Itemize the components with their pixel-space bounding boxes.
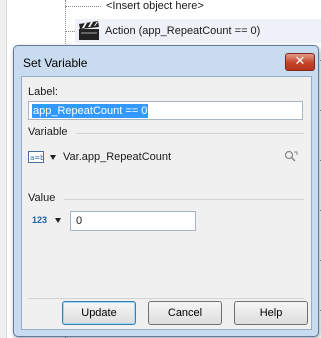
variable-type-dropdown-arrow[interactable] bbox=[50, 155, 56, 160]
left-panel-edge bbox=[0, 0, 7, 338]
value-divider bbox=[64, 199, 304, 200]
help-button[interactable]: Help bbox=[234, 301, 308, 325]
variable-divider bbox=[76, 133, 304, 134]
dialog-titlebar[interactable]: Set Variable ✕ bbox=[14, 46, 318, 76]
variable-type-icon: a=b bbox=[28, 151, 44, 163]
variable-search-icon[interactable] bbox=[283, 149, 299, 165]
close-button[interactable]: ✕ bbox=[285, 53, 315, 71]
value-input[interactable]: 0 bbox=[70, 211, 196, 231]
value-input-text: 0 bbox=[76, 215, 83, 227]
value-section-heading: Value bbox=[28, 192, 56, 204]
update-button[interactable]: Update bbox=[62, 301, 136, 325]
label-caption: Label: bbox=[28, 86, 58, 98]
tree-connector bbox=[65, 6, 101, 7]
value-type-dropdown-arrow[interactable] bbox=[55, 218, 61, 223]
tree-item-action-label: Action (app_RepeatCount == 0) bbox=[105, 25, 261, 37]
value-type-icon: 123 bbox=[32, 215, 48, 225]
close-icon: ✕ bbox=[294, 54, 306, 69]
clapperboard-icon bbox=[79, 21, 99, 40]
svg-text:a=b: a=b bbox=[30, 154, 44, 162]
cancel-button[interactable]: Cancel bbox=[148, 301, 222, 325]
insert-object-placeholder[interactable]: <Insert object here> bbox=[106, 0, 204, 12]
variable-value[interactable]: Var.app_RepeatCount bbox=[63, 151, 171, 163]
label-input-value: app_RepeatCount == 0 bbox=[32, 104, 149, 118]
variable-section-heading: Variable bbox=[28, 126, 68, 138]
dialog-content: Label: app_RepeatCount == 0 Variable a=b… bbox=[21, 76, 312, 330]
dialog-title: Set Variable bbox=[23, 56, 88, 70]
set-variable-dialog: Set Variable ✕ Label: app_RepeatCount ==… bbox=[13, 45, 319, 337]
label-input[interactable]: app_RepeatCount == 0 bbox=[28, 101, 303, 120]
buttons-divider bbox=[28, 298, 304, 299]
